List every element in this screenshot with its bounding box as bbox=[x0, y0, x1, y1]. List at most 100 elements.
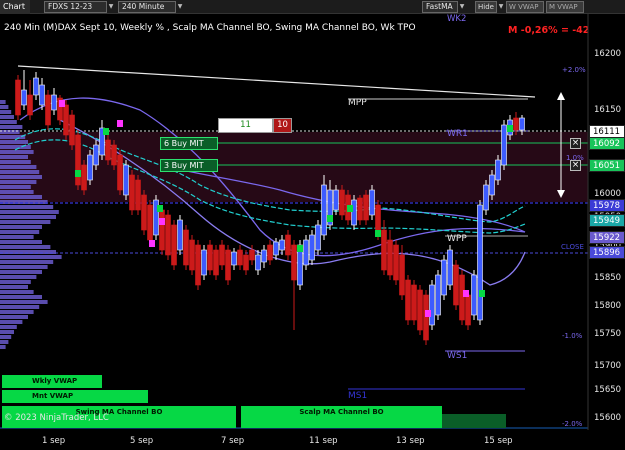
y-axis-label: 15700 bbox=[594, 361, 622, 371]
candle-body bbox=[105, 139, 111, 161]
candle-body bbox=[369, 189, 375, 216]
wkly-vwap-bar: Wkly VWAP bbox=[2, 375, 102, 388]
x-label-15-sep: 15 sep bbox=[484, 436, 513, 446]
candle-body bbox=[51, 94, 57, 111]
candle-body bbox=[249, 249, 255, 261]
candle-body bbox=[447, 249, 453, 286]
y-axis-label: 16150 bbox=[594, 105, 622, 115]
candle-body bbox=[15, 79, 21, 116]
candle-body bbox=[363, 194, 369, 221]
candle-body bbox=[381, 229, 387, 271]
y-axis-label: 15650 bbox=[594, 385, 622, 395]
x-label-13-sep: 13 sep bbox=[396, 436, 425, 446]
signal-marker bbox=[463, 290, 469, 297]
profile-bar bbox=[0, 300, 48, 304]
cancel-order-3-close-icon[interactable]: × bbox=[570, 160, 581, 171]
candle-body bbox=[321, 184, 327, 236]
candle-body bbox=[195, 244, 201, 286]
pct-plus2-label: +2.0% bbox=[562, 66, 586, 74]
order-qty-left[interactable]: 11 bbox=[218, 118, 273, 133]
y-axis-label: 16000 bbox=[594, 189, 622, 199]
candle-body bbox=[267, 244, 273, 261]
candle-body bbox=[315, 224, 321, 251]
candle-body bbox=[387, 239, 393, 276]
profile-bar bbox=[0, 125, 23, 129]
profile-bar bbox=[0, 310, 34, 314]
close-label: CLOSE bbox=[561, 243, 584, 251]
pct-minus2-label: -2.0% bbox=[562, 420, 583, 428]
profile-bar bbox=[0, 285, 28, 289]
profile-bar bbox=[0, 225, 42, 229]
trend-line bbox=[17, 65, 536, 98]
copyright-text: © 2023 NinjaTrader, LLC bbox=[4, 413, 109, 423]
x-label-1-sep: 1 sep bbox=[42, 436, 66, 446]
mpp-label: MPP bbox=[348, 98, 367, 108]
profile-bar bbox=[0, 245, 51, 249]
profile-bar bbox=[0, 150, 34, 154]
price-box-15978: 15978 bbox=[589, 199, 625, 212]
candle-body bbox=[135, 179, 141, 211]
candle-body bbox=[333, 189, 339, 211]
price-box-15949: 15949 bbox=[589, 214, 625, 227]
candle-body bbox=[513, 117, 519, 131]
profile-bar bbox=[0, 270, 42, 274]
candle-body bbox=[303, 239, 309, 266]
candle-body bbox=[435, 274, 441, 316]
candle-body bbox=[111, 144, 117, 166]
candle-body bbox=[39, 84, 45, 106]
profile-bar bbox=[0, 330, 14, 334]
profile-bar bbox=[0, 215, 56, 219]
candle-body bbox=[207, 244, 213, 271]
candle-body bbox=[123, 164, 129, 196]
candle-body bbox=[285, 234, 291, 256]
signal-marker bbox=[425, 310, 431, 317]
profile-bar bbox=[0, 180, 37, 184]
candle-body bbox=[339, 189, 345, 216]
candle-body bbox=[519, 117, 525, 131]
pct-minus1-label: -1.0% bbox=[562, 332, 583, 340]
profile-bar bbox=[0, 320, 23, 324]
buy-mit-order-6[interactable]: 6 Buy MIT bbox=[160, 137, 218, 150]
candle-body bbox=[273, 241, 279, 256]
ws1-label: WS1 bbox=[447, 351, 468, 361]
candle-body bbox=[441, 259, 447, 296]
candle-body bbox=[399, 254, 405, 296]
buy-mit-order-3[interactable]: 3 Buy MIT bbox=[160, 159, 218, 172]
profile-bar bbox=[0, 335, 12, 339]
y-axis-label: 15850 bbox=[594, 273, 622, 283]
signal-marker bbox=[347, 205, 353, 212]
signal-marker bbox=[297, 245, 303, 252]
candle-body bbox=[477, 204, 483, 321]
price-box-15922: 15922 bbox=[589, 231, 625, 244]
candle-body bbox=[405, 279, 411, 321]
profile-bar bbox=[0, 220, 51, 224]
candle-body bbox=[213, 249, 219, 276]
signal-marker bbox=[327, 215, 333, 222]
order-qty-right[interactable]: 10 bbox=[273, 118, 292, 133]
candle-body bbox=[141, 194, 147, 231]
profile-bar bbox=[0, 230, 40, 234]
profile-bar bbox=[0, 205, 54, 209]
candle-body bbox=[471, 274, 477, 316]
wr1-label: WR1 bbox=[447, 129, 468, 139]
profile-bar bbox=[0, 240, 42, 244]
candle-body bbox=[21, 89, 27, 106]
candle-body bbox=[183, 229, 189, 266]
candle-body bbox=[465, 294, 471, 326]
cancel-order-6-close-icon[interactable]: × bbox=[570, 138, 581, 149]
y-axis-label: 15800 bbox=[594, 301, 622, 311]
candle-body bbox=[93, 144, 99, 166]
price-box-16051: 16051 bbox=[589, 159, 625, 172]
candle-body bbox=[189, 239, 195, 271]
x-label-7-sep: 7 sep bbox=[221, 436, 245, 446]
candle-body bbox=[231, 251, 237, 266]
profile-bar bbox=[0, 135, 26, 139]
candle-body bbox=[417, 289, 423, 331]
candle-body bbox=[159, 209, 165, 251]
profile-bar bbox=[0, 265, 48, 269]
profile-bar bbox=[0, 280, 31, 284]
scalp-ma-channel-bar-tail bbox=[442, 414, 506, 428]
signal-marker bbox=[507, 125, 513, 132]
candle-body bbox=[87, 154, 93, 181]
profile-bar bbox=[0, 345, 6, 349]
